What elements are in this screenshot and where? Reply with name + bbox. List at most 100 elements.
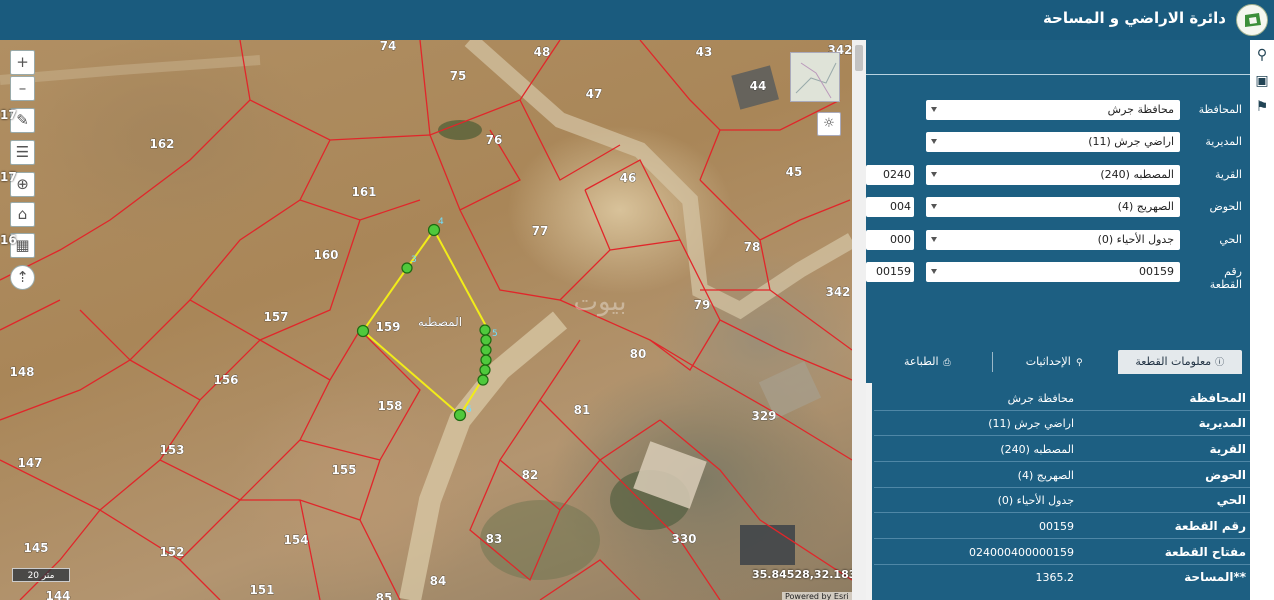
plot-number-label: 155 bbox=[331, 463, 356, 477]
table-row: القرية المصطبه (240) bbox=[874, 437, 1250, 462]
map-view[interactable]: 4 3 6 5 المصطبه بيوت 74 48 43 342 75 47 44 162 7… bbox=[0, 40, 852, 600]
chevron-down-icon bbox=[931, 269, 937, 274]
zoom-out-button[interactable]: – bbox=[10, 76, 35, 101]
plot-number-label: 74 bbox=[380, 40, 397, 53]
chevron-down-icon bbox=[931, 237, 937, 242]
vertex-arc-1[interactable] bbox=[477, 374, 489, 386]
plot-code-input[interactable]: 00159 bbox=[866, 262, 914, 282]
field-village: 0240 المصطبه (240) القرية bbox=[866, 165, 1250, 187]
chevron-down-icon bbox=[931, 172, 937, 177]
chevron-down-icon bbox=[931, 139, 937, 144]
map-overlay: 4 3 6 5 المصطبه بيوت 74 48 43 342 75 47 44 162 7… bbox=[0, 40, 852, 600]
sun-icon[interactable]: ☼ bbox=[817, 112, 841, 136]
measure-button[interactable]: ☰ bbox=[10, 140, 35, 165]
compass-button[interactable]: ⇡ bbox=[10, 265, 35, 290]
tab-divider bbox=[992, 352, 993, 372]
home-button[interactable]: ⌂ bbox=[10, 202, 35, 227]
plot-number-label: 144 bbox=[45, 589, 70, 600]
plot-number-label: 79 bbox=[694, 298, 711, 312]
select-value: اراضي جرش (11) bbox=[1088, 135, 1174, 148]
basin-code-input[interactable]: 004 bbox=[866, 197, 914, 217]
app-title: دائرة الاراضي و المساحة bbox=[1042, 9, 1226, 27]
tab-coordinates[interactable]: ⚲ الإحداثيات bbox=[994, 350, 1116, 374]
plot-number-label: 83 bbox=[486, 532, 503, 546]
governorate-select[interactable]: محافظة جرش bbox=[926, 100, 1180, 120]
plot-number-label: 329 bbox=[751, 409, 776, 423]
tab-label: الطباعة bbox=[903, 355, 939, 368]
dls-logo-icon[interactable] bbox=[1236, 4, 1268, 36]
tab-label: الإحداثيات bbox=[1025, 355, 1071, 368]
plot-number-label: 81 bbox=[574, 403, 591, 417]
vertex-1[interactable] bbox=[356, 324, 370, 338]
vertex-arc-3[interactable] bbox=[480, 354, 492, 366]
scrollbar-thumb[interactable] bbox=[855, 45, 863, 71]
plot-number-label: 44 bbox=[750, 79, 767, 93]
divider bbox=[866, 74, 1250, 75]
cut-plot-number: 17 bbox=[0, 108, 17, 122]
plot-number-label: 76 bbox=[486, 133, 503, 147]
plot-info-table: المحافظة محافظة جرش المديرية اراضي جرش (11… bbox=[866, 383, 1250, 600]
search-icon[interactable]: ⚲ bbox=[1253, 46, 1271, 64]
plot-number-label: 85 bbox=[376, 591, 393, 600]
location-pin-icon[interactable]: ⚑ bbox=[1253, 98, 1271, 116]
info-key: المديرية bbox=[1198, 416, 1246, 430]
vertex-arc-2[interactable] bbox=[479, 364, 491, 376]
plot-number-label: 45 bbox=[786, 165, 803, 179]
neighborhood-select[interactable]: جدول الأحياء (0) bbox=[926, 230, 1180, 250]
directorate-select[interactable]: اراضي جرش (11) bbox=[926, 132, 1180, 152]
zoom-in-button[interactable]: + bbox=[10, 50, 35, 75]
plot-number-label: 153 bbox=[159, 443, 184, 457]
info-key: الحوض bbox=[1205, 468, 1246, 482]
plot-number-label: 161 bbox=[351, 185, 376, 199]
plot-number-label: 330 bbox=[671, 532, 696, 546]
village-select[interactable]: المصطبه (240) bbox=[926, 165, 1180, 185]
village-code-input[interactable]: 0240 bbox=[866, 165, 914, 185]
vertex-6[interactable] bbox=[453, 408, 467, 422]
select-value: جدول الأحياء (0) bbox=[1097, 233, 1174, 246]
vertex-arc-5[interactable] bbox=[480, 334, 492, 346]
layers-icon[interactable]: ▣ bbox=[1253, 72, 1271, 90]
field-label: الحي bbox=[1219, 233, 1242, 246]
plot-number-label: 78 bbox=[744, 240, 761, 254]
plot-number-label: 151 bbox=[249, 583, 274, 597]
plot-number-label: 158 bbox=[377, 399, 402, 413]
panel-scrollbar[interactable] bbox=[852, 40, 866, 600]
chevron-down-icon bbox=[931, 204, 937, 209]
info-value: المصطبه (240) bbox=[1000, 443, 1074, 456]
field-directorate: اراضي جرش (11) المديرية bbox=[866, 132, 1250, 154]
plot-select[interactable]: 00159 bbox=[926, 262, 1180, 282]
plot-number-label: 156 bbox=[213, 373, 238, 387]
info-key: القرية bbox=[1209, 442, 1246, 456]
vertex-label: 6 bbox=[466, 405, 472, 415]
plot-number-label: 148 bbox=[9, 365, 34, 379]
plot-number-label: 154 bbox=[283, 533, 308, 547]
parcel-name-label: المصطبه bbox=[418, 315, 462, 329]
info-key: المحافظة bbox=[1189, 391, 1246, 405]
print-icon: ⎙ bbox=[943, 358, 951, 368]
tab-print[interactable]: ⎙ الطباعة bbox=[866, 350, 990, 374]
select-value: 00159 bbox=[1139, 265, 1174, 278]
field-neighborhood: 000 جدول الأحياء (0) الحي bbox=[866, 230, 1250, 252]
info-scrollbar[interactable] bbox=[866, 383, 872, 600]
plot-number-label: 82 bbox=[522, 468, 539, 482]
neighborhood-code-input[interactable]: 000 bbox=[866, 230, 914, 250]
plot-number-label: 75 bbox=[450, 69, 467, 83]
table-row: مفتاح القطعة 024000400000159 bbox=[874, 540, 1250, 565]
chevron-down-icon bbox=[931, 107, 937, 112]
plot-number-label: 77 bbox=[532, 224, 549, 238]
tab-plot-info[interactable]: ⓘ معلومات القطعة bbox=[1118, 350, 1242, 374]
plot-number-label: 47 bbox=[586, 87, 603, 101]
field-plot-number: 00159 00159 رقم القطعة bbox=[866, 262, 1250, 294]
plot-number-label: 147 bbox=[17, 456, 42, 470]
info-key: الحي bbox=[1216, 493, 1246, 507]
plot-number-label: 342 bbox=[825, 285, 850, 299]
info-value: 00159 bbox=[1039, 520, 1074, 533]
basin-select[interactable]: الصهريج (4) bbox=[926, 197, 1180, 217]
vertex-label: 5 bbox=[492, 329, 498, 339]
table-row: المحافظة محافظة جرش bbox=[874, 386, 1250, 411]
table-row: المديرية اراضي جرش (11) bbox=[874, 411, 1250, 436]
vertex-arc-6[interactable] bbox=[479, 324, 491, 336]
field-label: رقم القطعة bbox=[1209, 265, 1242, 291]
vertex-arc-4[interactable] bbox=[480, 344, 492, 356]
overview-minimap[interactable] bbox=[790, 52, 840, 102]
